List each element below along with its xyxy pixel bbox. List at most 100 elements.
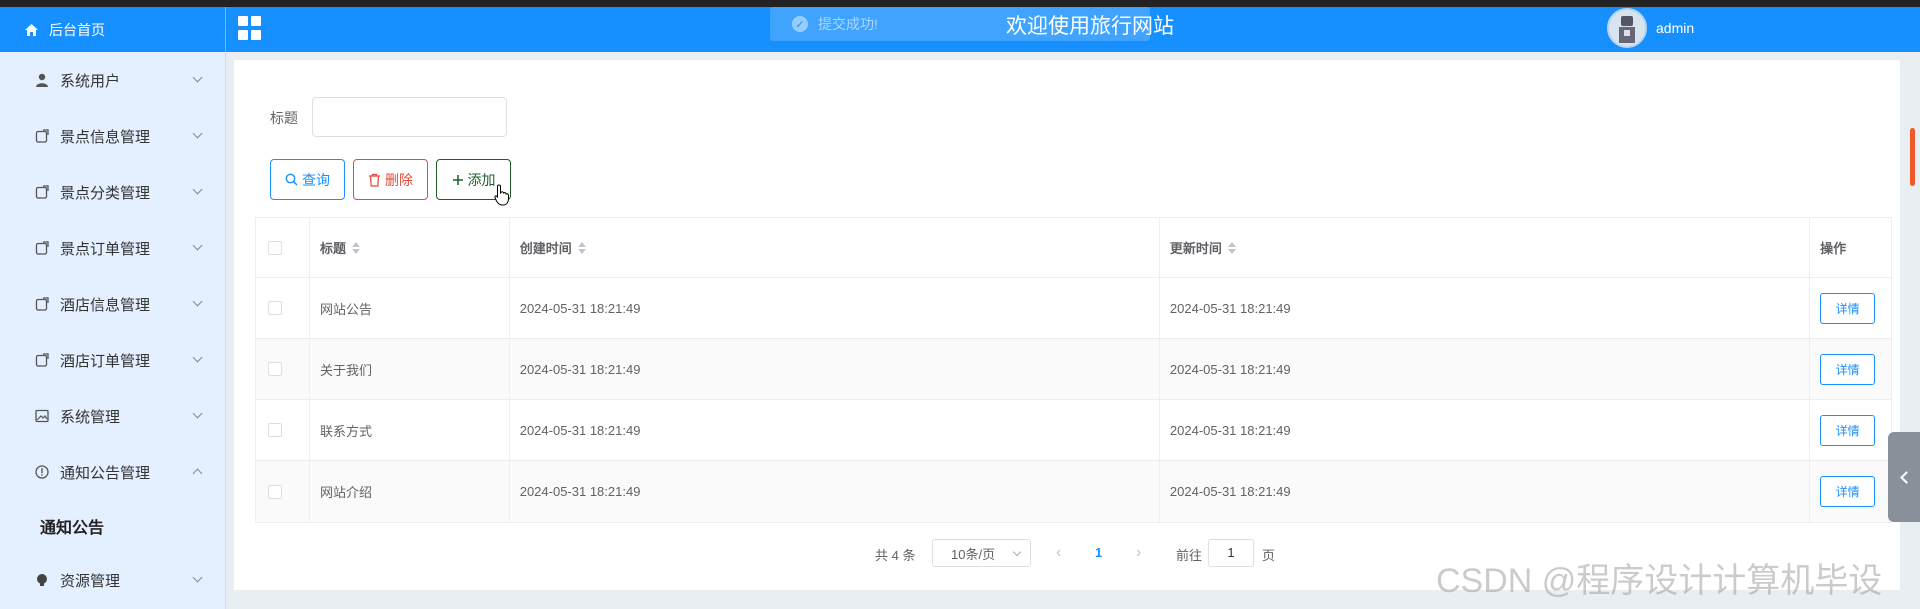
sidebar-item-label: 酒店订单管理 (60, 352, 151, 370)
prev-page-icon[interactable]: ‹ (1056, 544, 1061, 562)
chevron-left-icon (1899, 470, 1913, 484)
table-row: 网站公告 2024-05-31 18:21:49 2024-05-31 18:2… (256, 278, 1891, 339)
search-title-input[interactable] (312, 97, 507, 137)
cell-created: 2024-05-31 18:21:49 (510, 461, 1160, 522)
toast-text: 提交成功! (818, 16, 878, 32)
menu-grid-icon[interactable] (238, 16, 262, 40)
top-strip (0, 0, 1920, 7)
page-size-select[interactable]: 10条/页 (932, 539, 1031, 567)
chevron-down-icon (192, 184, 203, 195)
cell-title: 网站介绍 (310, 461, 510, 522)
sort-icon[interactable] (1227, 241, 1236, 254)
header-updated[interactable]: 更新时间 (1160, 218, 1811, 277)
document-icon (34, 240, 50, 256)
row-select-cell (256, 400, 310, 460)
page-size-value: 10条/页 (951, 546, 996, 562)
sidebar-item-scenic-orders[interactable]: 景点订单管理 (0, 220, 225, 276)
sidebar-item-label: 资源管理 (60, 572, 121, 590)
cell-created: 2024-05-31 18:21:49 (510, 278, 1160, 338)
sidebar-item-hotel-info[interactable]: 酒店信息管理 (0, 276, 225, 332)
sidebar-item-system-management[interactable]: 系统管理 (0, 388, 225, 444)
cell-created: 2024-05-31 18:21:49 (510, 339, 1160, 399)
sort-icon[interactable] (351, 241, 360, 254)
cell-actions: 详情 (1810, 339, 1891, 399)
collapse-panel-button[interactable] (1888, 432, 1920, 522)
next-page-icon[interactable]: › (1136, 544, 1141, 562)
sidebar-item-label: 系统管理 (60, 408, 121, 426)
cell-updated: 2024-05-31 18:21:49 (1160, 400, 1811, 460)
sidebar-item-label: 系统用户 (60, 72, 121, 90)
header-actions: 操作 (1810, 218, 1891, 277)
scrollbar-thumb[interactable] (1910, 128, 1915, 186)
chevron-up-icon (192, 468, 203, 479)
sidebar-item-hotel-orders[interactable]: 酒店订单管理 (0, 332, 225, 388)
search-title-label: 标题 (270, 110, 298, 126)
pagination-total: 共 4 条 (875, 548, 916, 563)
sidebar-item-label: 通知公告管理 (60, 464, 151, 482)
chevron-down-icon (192, 408, 203, 419)
document-icon (34, 296, 50, 312)
plus-icon (452, 174, 463, 185)
cell-actions: 详情 (1810, 461, 1891, 522)
chevron-down-icon (192, 352, 203, 363)
sidebar-item-label: 酒店信息管理 (60, 296, 151, 314)
chevron-down-icon (1012, 547, 1022, 557)
image-icon (34, 408, 50, 424)
header-updated-label: 更新时间 (1169, 241, 1222, 256)
detail-button[interactable]: 详情 (1820, 353, 1876, 385)
sort-icon[interactable] (577, 241, 586, 254)
goto-label: 前往 (1176, 548, 1203, 563)
header-actions-label: 操作 (1820, 241, 1847, 256)
delete-button-label: 删除 (385, 171, 413, 188)
query-button[interactable]: 查询 (270, 159, 345, 200)
goto-page-input[interactable]: 1 (1208, 539, 1254, 567)
cell-actions: 详情 (1810, 400, 1891, 460)
sidebar-item-notice-management[interactable]: 通知公告管理 (0, 444, 225, 500)
cell-updated: 2024-05-31 18:21:49 (1160, 339, 1811, 399)
user-icon (34, 72, 50, 88)
sidebar-item-resource-management[interactable]: 资源管理 (0, 552, 225, 608)
document-icon (34, 128, 50, 144)
document-icon (34, 184, 50, 200)
sidebar-item-scenic-category[interactable]: 景点分类管理 (0, 164, 225, 220)
row-checkbox[interactable] (268, 484, 282, 499)
chevron-down-icon (192, 240, 203, 251)
hand-cursor-icon (494, 184, 509, 206)
home-label: 后台首页 (49, 21, 105, 38)
table-header-row: 标题 创建时间 更新时间 操作 (256, 218, 1891, 278)
username[interactable]: admin (1656, 7, 1694, 52)
bulb-icon (34, 572, 50, 588)
cell-updated: 2024-05-31 18:21:49 (1160, 461, 1811, 522)
search-icon (285, 173, 298, 186)
sidebar-item-scenic-info[interactable]: 景点信息管理 (0, 108, 225, 164)
check-circle-icon: ✓ (792, 16, 808, 32)
detail-button[interactable]: 详情 (1820, 414, 1876, 446)
delete-button[interactable]: 删除 (353, 159, 428, 200)
header-created[interactable]: 创建时间 (510, 218, 1160, 277)
row-checkbox[interactable] (268, 362, 282, 376)
detail-button[interactable]: 详情 (1820, 292, 1876, 324)
chevron-down-icon (192, 296, 203, 307)
header-title[interactable]: 标题 (310, 218, 510, 277)
page-suffix: 页 (1262, 548, 1276, 563)
cell-title: 联系方式 (310, 400, 510, 460)
sidebar-item-label: 景点分类管理 (60, 184, 151, 202)
row-select-cell (256, 278, 310, 338)
page-number[interactable]: 1 (1095, 545, 1102, 560)
row-checkbox[interactable] (268, 301, 282, 315)
main-panel: 标题 查询 删除 添加 标题 创建时间 更新时间 操作 网站公告 2024-05… (234, 60, 1900, 590)
row-checkbox[interactable] (268, 423, 282, 437)
cell-title: 网站公告 (310, 278, 510, 338)
add-button-label: 添加 (467, 171, 496, 188)
chevron-down-icon (192, 572, 203, 583)
cell-actions: 详情 (1810, 278, 1891, 338)
home-link[interactable]: 后台首页 (0, 7, 226, 52)
document-icon (34, 352, 50, 368)
select-all-checkbox[interactable] (268, 240, 282, 255)
submenu-item-notice[interactable]: 通知公告 (0, 500, 225, 552)
avatar[interactable] (1607, 8, 1647, 48)
trash-icon (369, 173, 380, 187)
top-header: 后台首页 ✓ 提交成功! 欢迎使用旅行网站 admin (0, 7, 1920, 52)
detail-button[interactable]: 详情 (1820, 476, 1876, 507)
sidebar-item-system-users[interactable]: 系统用户 (0, 52, 225, 108)
